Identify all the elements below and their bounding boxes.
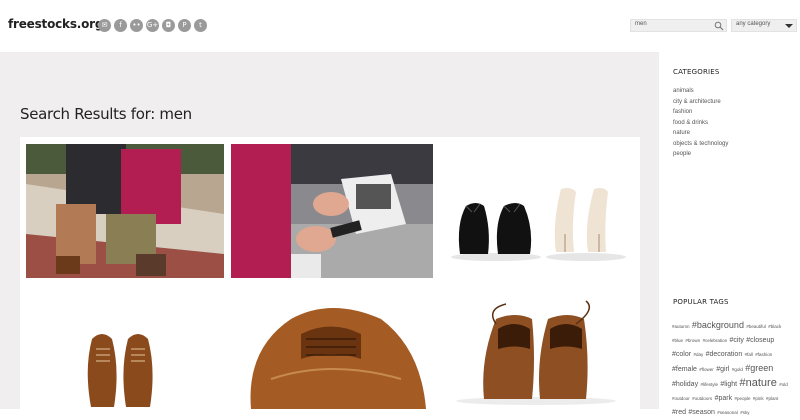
site-header: freestocks.org ✉ f •• G+ ◘ Pt men any categor…	[0, 0, 800, 52]
search-icon[interactable]	[714, 21, 724, 31]
facebook-icon[interactable]: f	[114, 19, 127, 32]
tag-link[interactable]: #seasonal	[717, 410, 738, 415]
tag-link[interactable]: #background	[692, 320, 744, 330]
tag-link[interactable]: #fashion	[755, 352, 772, 357]
tag-link[interactable]: #celebration	[703, 338, 728, 343]
tag-link[interactable]: #old	[779, 382, 788, 387]
tag-link[interactable]: #nature	[740, 377, 777, 389]
category-link[interactable]: fashion	[673, 107, 728, 118]
category-select[interactable]: any category	[731, 19, 797, 32]
tag-link[interactable]: #flower	[699, 367, 714, 372]
twitter-icon[interactable]: t	[194, 19, 207, 32]
category-link[interactable]: animals	[673, 86, 728, 97]
googleplus-icon[interactable]: G+	[146, 19, 159, 32]
tag-link[interactable]: #black	[768, 324, 781, 329]
tag-link[interactable]: #pink	[753, 396, 764, 401]
tag-link[interactable]: #beautiful	[746, 324, 766, 329]
tag-link[interactable]: #female	[672, 366, 697, 373]
popular-tags-heading: POPULAR TAGS	[673, 298, 729, 306]
search-input-value: men	[635, 21, 647, 27]
tag-link[interactable]: #blue	[672, 338, 683, 343]
category-list: animals city & architecture fashion food & …	[673, 86, 728, 160]
tag-link[interactable]: #plant	[766, 396, 778, 401]
site-logo[interactable]: freestocks.org	[8, 17, 103, 31]
tag-link[interactable]: #lifestyle	[700, 382, 718, 387]
sidebar: CATEGORIES animals city & architecture fas…	[659, 52, 800, 416]
page-title: Search Results for: men	[20, 105, 192, 123]
search-input[interactable]: men	[630, 19, 727, 32]
tag-link[interactable]: #outdoor	[672, 396, 690, 401]
result-photo-3[interactable]	[436, 144, 634, 278]
black-and-white-shoes-image	[436, 144, 634, 278]
pinterest-icon[interactable]: P	[178, 19, 191, 32]
tag-link[interactable]: #fall	[745, 352, 753, 357]
tag-link[interactable]: #decoration	[706, 351, 743, 358]
categories-heading: CATEGORIES	[673, 68, 720, 76]
social-links: ✉ f •• G+ ◘ Pt	[98, 19, 207, 32]
tag-link[interactable]: #day	[693, 352, 703, 357]
men-on-bench-image	[26, 144, 224, 278]
category-link[interactable]: city & architecture	[673, 97, 728, 108]
results-grid	[20, 137, 640, 409]
flickr-icon[interactable]: ••	[130, 19, 143, 32]
result-photo-1[interactable]	[26, 144, 224, 278]
category-link[interactable]: people	[673, 149, 728, 160]
brown-shoes-back-image	[436, 289, 634, 409]
man-reading-newspaper-image	[231, 144, 433, 278]
result-photo-4[interactable]	[26, 289, 224, 409]
tag-link[interactable]: #outdoors	[692, 396, 712, 401]
mail-icon[interactable]: ✉	[98, 19, 111, 32]
tag-link[interactable]: #park	[715, 395, 733, 402]
caret-down-icon	[785, 24, 793, 28]
tag-link[interactable]: #red	[672, 409, 686, 416]
instagram-icon[interactable]: ◘	[162, 19, 175, 32]
brown-shoes-pair-image	[26, 289, 224, 409]
result-photo-2[interactable]	[231, 144, 433, 278]
main-content: Search Results for: men	[0, 52, 659, 409]
category-select-value: any category	[736, 21, 771, 27]
tag-link[interactable]: #girl	[716, 366, 729, 373]
tag-link[interactable]: #season	[688, 409, 714, 416]
tag-link[interactable]: #autumn	[672, 324, 690, 329]
tag-cloud: #autumn #background #beautiful #black #b…	[672, 319, 795, 420]
tag-link[interactable]: #people	[734, 396, 750, 401]
tag-link[interactable]: #holiday	[672, 381, 698, 388]
category-link[interactable]: food & drinks	[673, 118, 728, 129]
tag-link[interactable]: #brown	[685, 338, 700, 343]
result-photo-6[interactable]	[436, 289, 634, 409]
tag-link[interactable]: #green	[745, 363, 773, 373]
tag-link[interactable]: #city	[729, 337, 743, 344]
tag-link[interactable]: #sky	[740, 410, 749, 415]
tag-link[interactable]: #color	[672, 351, 691, 358]
brown-shoe-closeup-image	[231, 289, 433, 409]
category-link[interactable]: objects & technology	[673, 139, 728, 150]
tag-link[interactable]: #closeup	[746, 337, 774, 344]
category-link[interactable]: nature	[673, 128, 728, 139]
tag-link[interactable]: #gold	[732, 367, 743, 372]
tag-link[interactable]: #light	[720, 381, 737, 388]
result-photo-5[interactable]	[231, 289, 433, 409]
